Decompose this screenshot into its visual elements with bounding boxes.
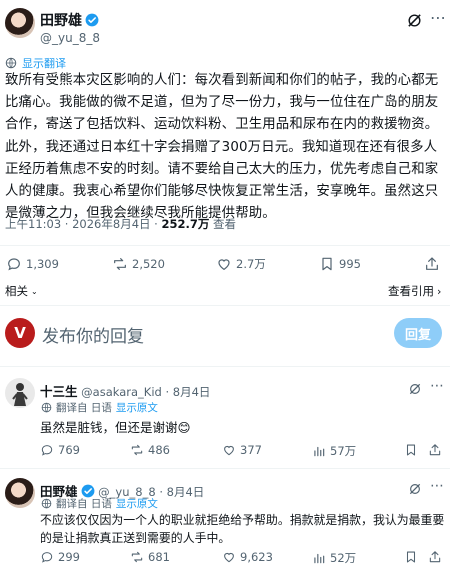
- globe-icon: [41, 498, 52, 509]
- repost-count: 2,520: [132, 257, 165, 271]
- more-options-icon[interactable]: ⋯: [430, 8, 446, 27]
- related-label: 相关: [5, 284, 28, 298]
- post-body: 致所有受熊本灾区影响的人们：每次看到新闻和你们的帖子，我的心都无比痛心。我能做的…: [5, 73, 439, 222]
- reply-count: 299: [58, 550, 80, 564]
- reply-submit-button[interactable]: 回复: [394, 318, 442, 348]
- repost-count: 681: [148, 550, 170, 564]
- repost-action[interactable]: 681: [130, 550, 170, 564]
- author-handle[interactable]: @_yu_8_8: [40, 31, 100, 45]
- reply-action[interactable]: 769: [40, 443, 80, 457]
- repost-count: 486: [148, 443, 170, 457]
- divider: [0, 245, 450, 246]
- analytics-icon: [314, 446, 325, 457]
- like-count: 377: [240, 443, 262, 457]
- bookmark-icon: [322, 257, 332, 271]
- reply-date[interactable]: · 8月4日: [159, 485, 204, 499]
- bookmark-icon[interactable]: [404, 443, 418, 457]
- quotes-label: 查看引用: [388, 284, 434, 298]
- views-label: 查看: [209, 217, 237, 231]
- share-icon[interactable]: [428, 550, 442, 564]
- bookmark-icon[interactable]: [404, 550, 418, 564]
- heart-icon: [218, 259, 230, 271]
- reply-header: 十三生 @asakara_Kid · 8月4日: [40, 381, 210, 400]
- reply-author-handle[interactable]: @asakara_Kid: [81, 385, 162, 399]
- reply-icon: [41, 445, 53, 456]
- reply-count: 1,309: [26, 257, 59, 271]
- verified-badge-icon: [85, 13, 99, 27]
- grok-icon[interactable]: [406, 12, 423, 29]
- reply-icon: [41, 552, 53, 563]
- show-translation-link[interactable]: 显示翻译: [5, 55, 66, 71]
- timestamp-text[interactable]: 上午11:03 · 2026年8月4日 ·: [5, 217, 161, 231]
- repost-action[interactable]: 2,520: [112, 256, 165, 272]
- related-dropdown[interactable]: 相关 ⌄: [5, 283, 38, 299]
- reply-icon: [8, 258, 20, 271]
- translation-info: 翻译自 日语 显示原文: [41, 496, 158, 511]
- globe-icon: [41, 402, 52, 413]
- reply-text: 虽然是脏钱，但还是谢谢😊: [40, 420, 191, 435]
- repost-action[interactable]: 486: [130, 443, 170, 457]
- chevron-right-icon: ›: [437, 284, 442, 298]
- share-icon[interactable]: [428, 443, 442, 457]
- chevron-down-icon: ⌄: [31, 286, 38, 296]
- share-icon[interactable]: [424, 256, 440, 272]
- reply-input[interactable]: 发布你的回复: [42, 322, 144, 347]
- avatar-letter: V: [14, 324, 26, 342]
- repost-icon: [131, 551, 143, 563]
- views-count: 52万: [330, 551, 357, 565]
- heart-icon: [224, 552, 234, 563]
- like-count: 9,623: [240, 550, 273, 564]
- like-action[interactable]: 9,623: [222, 550, 273, 564]
- reply-count: 769: [58, 443, 80, 457]
- current-user-avatar[interactable]: V: [5, 318, 35, 348]
- reply-avatar[interactable]: [5, 478, 35, 508]
- reply-avatar[interactable]: [5, 378, 35, 408]
- grok-icon[interactable]: [408, 482, 422, 496]
- repost-icon: [114, 258, 126, 270]
- reply-action[interactable]: 299: [40, 550, 80, 564]
- translated-from-label: 翻译自 日语: [56, 402, 112, 414]
- reply-author-name[interactable]: 十三生: [40, 384, 78, 399]
- translated-from-label: 翻译自 日语: [56, 498, 112, 510]
- post-timestamp[interactable]: 上午11:03 · 2026年8月4日 · 252.7万 查看: [5, 216, 236, 232]
- author-avatar[interactable]: [5, 8, 35, 38]
- bookmark-action[interactable]: 995: [319, 256, 361, 272]
- views-action[interactable]: 57万: [312, 443, 356, 459]
- heart-icon: [224, 445, 234, 456]
- globe-icon: [5, 57, 17, 69]
- view-count: 252.7万: [161, 217, 210, 231]
- show-original-link[interactable]: 显示原文: [116, 496, 158, 511]
- analytics-icon: [314, 553, 325, 564]
- show-original-link[interactable]: 显示原文: [116, 400, 158, 415]
- translation-info: 翻译自 日语 显示原文: [41, 400, 158, 415]
- repost-icon: [131, 444, 143, 456]
- like-action[interactable]: 2.7万: [216, 256, 266, 272]
- views-count: 57万: [330, 444, 357, 458]
- divider: [0, 468, 450, 469]
- divider: [0, 366, 450, 367]
- like-count: 2.7万: [236, 257, 266, 271]
- reply-action[interactable]: 1,309: [6, 256, 59, 272]
- reply-text: 不应该仅仅因为一个人的职业就拒绝给予帮助。捐款就是捐款，我认为最重要的是让捐款真…: [40, 513, 445, 545]
- like-action[interactable]: 377: [222, 443, 262, 457]
- bookmark-count: 995: [339, 257, 361, 271]
- figure-icon: [12, 383, 28, 406]
- view-quotes-link[interactable]: 查看引用 ›: [388, 283, 441, 299]
- grok-icon[interactable]: [408, 382, 422, 396]
- author-info[interactable]: 田野雄 @_yu_8_8: [40, 10, 100, 45]
- reply-date[interactable]: · 8月4日: [165, 385, 210, 399]
- more-options-icon[interactable]: ⋯: [430, 378, 444, 394]
- more-options-icon[interactable]: ⋯: [430, 478, 444, 494]
- views-action[interactable]: 52万: [312, 550, 356, 566]
- author-name[interactable]: 田野雄: [40, 13, 82, 29]
- divider: [0, 305, 450, 306]
